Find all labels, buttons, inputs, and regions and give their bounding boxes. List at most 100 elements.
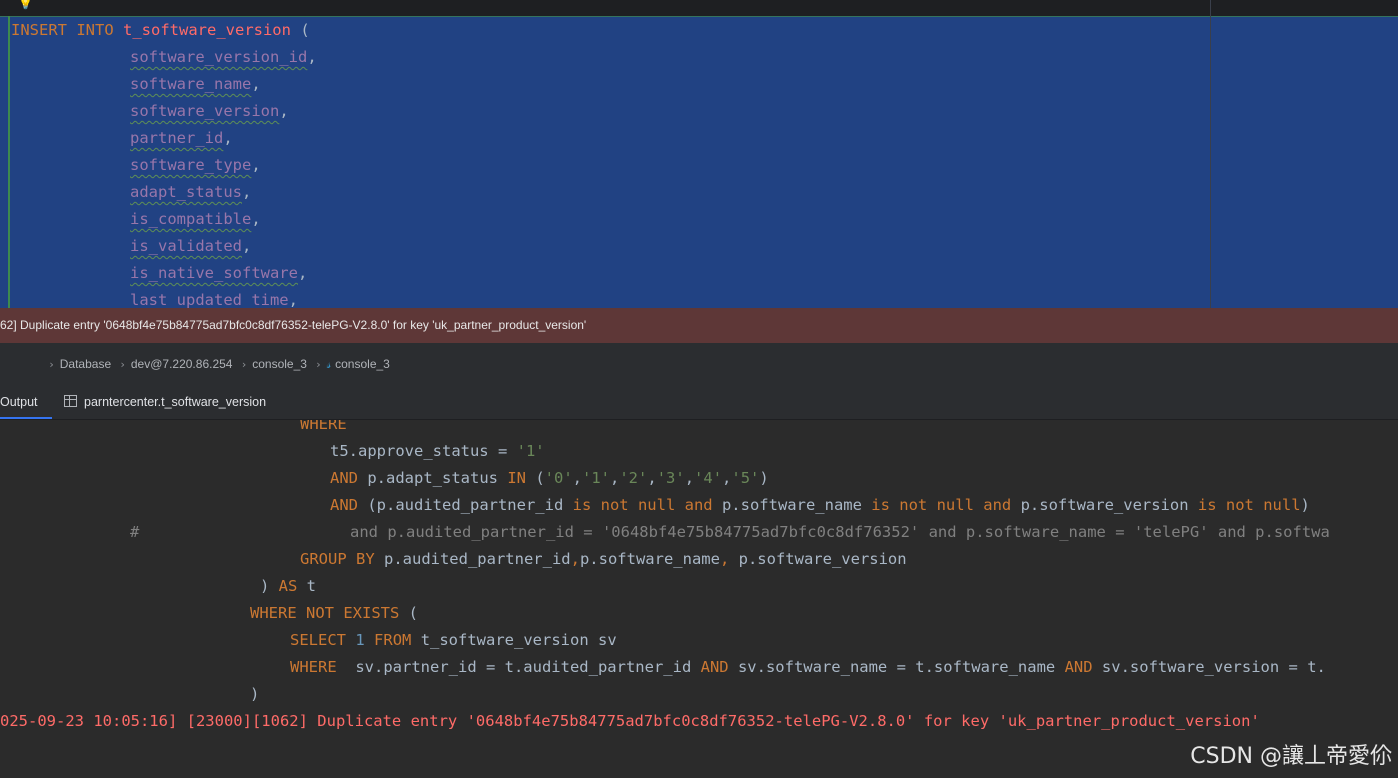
output-line: # — [130, 519, 139, 546]
editor-line: is_validated, — [130, 233, 251, 260]
comma: , — [251, 210, 261, 228]
sql-editor[interactable]: 💡 INSERT INTO t_software_version ( softw… — [0, 0, 1398, 308]
code-text: (p.audited_partner_id — [358, 496, 573, 514]
column-name: is_validated — [130, 237, 242, 255]
keyword: IN — [507, 469, 526, 487]
tab-table-result[interactable]: parntercenter.t_software_version — [64, 385, 266, 419]
string-literal: '1' — [516, 442, 545, 460]
output-line: and p.audited_partner_id = '0648bf4e75b8… — [350, 519, 1330, 546]
comma: , — [223, 129, 233, 147]
breadcrumb-item[interactable]: console_3 — [335, 343, 390, 385]
number-literal: 1 — [355, 631, 365, 649]
editor-line: software_version, — [130, 98, 289, 125]
comma: , — [279, 102, 289, 120]
output-line: WHERE — [300, 420, 347, 438]
output-line: ) AS t — [260, 573, 316, 600]
column-name: is_native_software — [130, 264, 298, 282]
keyword: FROM — [374, 631, 412, 649]
column-name: software_name — [130, 75, 252, 93]
keyword: AND — [1064, 658, 1093, 676]
string-literal: '4' — [694, 469, 723, 487]
tab-output[interactable]: Output — [0, 385, 52, 419]
code-text: sv.partner_id = t.audited_partner_id — [336, 658, 701, 676]
comma: , — [288, 291, 298, 308]
right-margin-guide — [1210, 0, 1211, 308]
output-line: t5.approve_status = '1' — [330, 438, 545, 465]
editor-line: is_native_software, — [130, 260, 307, 287]
column-name: is_compatible — [130, 210, 252, 228]
output-line: ) — [250, 681, 259, 708]
error-banner[interactable]: 62] Duplicate entry '0648bf4e75b84775ad7… — [0, 308, 1398, 343]
breadcrumb-item[interactable]: Database — [60, 343, 111, 385]
comma: , — [297, 264, 308, 282]
result-tabs: Output parntercenter.t_software_version — [0, 385, 1398, 420]
punctuation: , — [610, 469, 620, 487]
breadcrumb-item[interactable]: dev@7.220.86.254 — [131, 343, 233, 385]
editor-line: INSERT INTO t_software_version ( — [11, 17, 310, 44]
lightbulb-icon[interactable]: 💡 — [18, 0, 33, 10]
editor-line: partner_id, — [130, 125, 233, 152]
keyword: WHERE NOT EXISTS — [250, 604, 400, 622]
string-literal: '1' — [582, 469, 610, 487]
comma: , — [241, 237, 252, 255]
output-line: AND (p.audited_partner_id is not null an… — [330, 492, 1310, 519]
keyword: is not null and — [572, 496, 713, 514]
keyword: is not null — [1197, 496, 1301, 514]
punctuation: ( — [290, 21, 310, 39]
comment-marker: # — [130, 523, 140, 541]
string-literal: '3' — [656, 469, 685, 487]
punctuation: ) — [1300, 496, 1310, 514]
keyword: is not null and — [871, 496, 1012, 514]
code-text: p.software_name — [712, 496, 872, 514]
output-console[interactable]: WHERE t5.approve_status = '1' AND p.adap… — [0, 420, 1398, 778]
column-name: software_version_id — [130, 48, 308, 66]
table-icon — [64, 395, 77, 407]
editor-line: is_compatible, — [130, 206, 261, 233]
chevron-right-icon: › — [120, 358, 125, 371]
code-text: sv.software_name = t.software_name — [728, 658, 1065, 676]
comment-text: and p.audited_partner_id = '0648bf4e75b8… — [350, 523, 1330, 541]
keyword: WHERE — [300, 420, 347, 433]
output-line: GROUP BY p.audited_partner_id,p.software… — [300, 546, 907, 573]
code-text: p.audited_partner_id — [374, 550, 571, 568]
column-name: partner_id — [130, 129, 224, 147]
editor-line: software_version_id, — [130, 44, 317, 71]
breadcrumb: › Database › dev@7.220.86.254 › console_3 ›… — [0, 343, 1398, 385]
output-line: WHERE sv.partner_id = t.audited_partner_… — [290, 654, 1326, 681]
punctuation: , — [647, 469, 657, 487]
punctuation: ) — [759, 469, 769, 487]
error-text: 025-09-23 10:05:16] [23000][1062] Duplic… — [0, 712, 1260, 730]
string-literal: '2' — [619, 469, 648, 487]
console-icon: 𝓈 — [326, 357, 332, 371]
punctuation: , — [684, 469, 695, 487]
change-marker — [8, 16, 10, 308]
column-name: software_version — [130, 102, 280, 120]
column-name: adapt_status — [130, 183, 242, 201]
punctuation: ( — [525, 469, 545, 487]
punctuation: , — [722, 469, 732, 487]
keyword: GROUP BY — [300, 550, 375, 568]
table-name: t_software_version — [123, 21, 291, 39]
punctuation: , — [572, 469, 582, 487]
code-text: t_software_version sv — [411, 631, 617, 649]
comma: , — [251, 75, 261, 93]
punctuation: ) — [250, 685, 260, 703]
keyword: INSERT INTO — [11, 21, 114, 39]
output-line: WHERE NOT EXISTS ( — [250, 600, 418, 627]
comma: , — [251, 156, 261, 174]
editor-line: last_updated_time, — [130, 287, 298, 308]
punctuation: ( — [399, 604, 418, 622]
keyword: AND — [700, 658, 729, 676]
code-text: t5.approve_status = — [330, 442, 517, 460]
punctuation: ) — [260, 577, 279, 595]
comma: , — [241, 183, 252, 201]
code-text: p.adapt_status — [358, 469, 508, 487]
breadcrumb-item[interactable]: console_3 — [252, 343, 307, 385]
chevron-right-icon: › — [316, 358, 321, 371]
code-text: p.software_name — [579, 550, 720, 568]
editor-line: software_name, — [130, 71, 261, 98]
code-text: p.software_version — [729, 550, 907, 568]
error-message: 025-09-23 10:05:16] [23000][1062] Duplic… — [0, 708, 1260, 735]
